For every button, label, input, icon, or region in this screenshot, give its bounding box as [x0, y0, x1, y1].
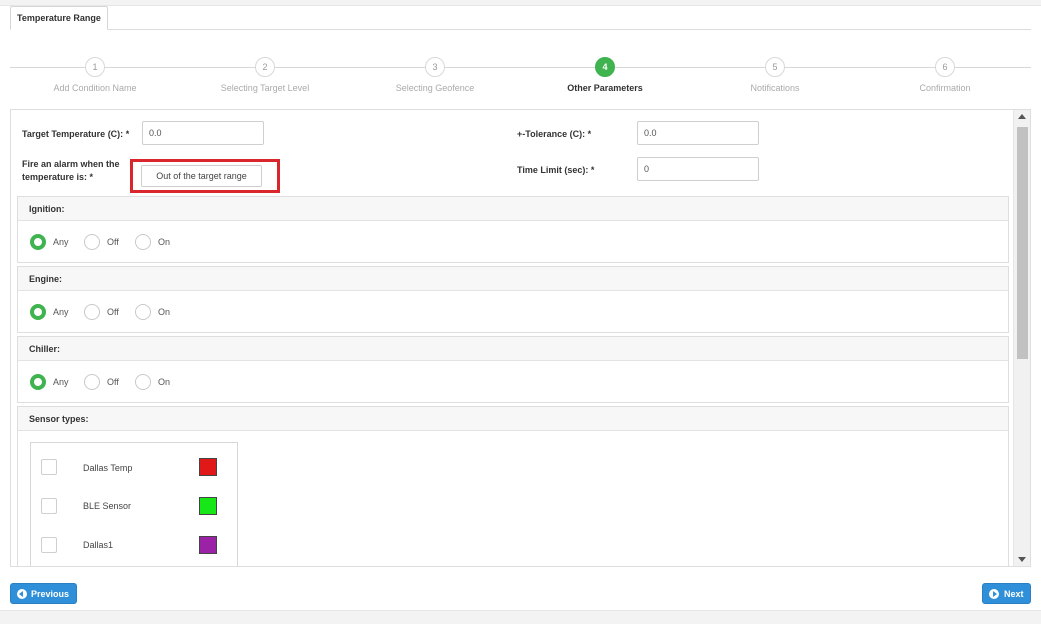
- sensor-label-dallas-temp: Dallas Temp: [83, 463, 133, 473]
- sensor-color-swatch[interactable]: [199, 536, 217, 554]
- ignition-any-label: Any: [53, 237, 69, 247]
- engine-radio-group: Any Off On: [18, 291, 1008, 333]
- ignition-any-radio[interactable]: [30, 234, 46, 250]
- sensor-types-section: Sensor types: Dallas Temp BLE Sensor Dal…: [17, 406, 1009, 566]
- time-limit-label: Time Limit (sec): *: [517, 164, 594, 176]
- step-2-circle: 2: [255, 57, 275, 77]
- tolerance-input[interactable]: 0.0: [637, 121, 759, 145]
- ignition-off-label: Off: [107, 237, 119, 247]
- required-marker: *: [89, 172, 94, 182]
- step-1-circle: 1: [85, 57, 105, 77]
- alarm-label-line2: temperature is: *: [22, 171, 93, 183]
- sensor-label-dallas1: Dallas1: [83, 540, 114, 550]
- previous-button-label: Previous: [31, 589, 70, 599]
- next-button-label: Next: [1004, 589, 1024, 599]
- step-4-circle: 4: [595, 57, 615, 77]
- ignition-radio-group: Any Off On: [18, 221, 1008, 263]
- ignition-off-radio[interactable]: [84, 234, 100, 250]
- step-3-label: Selecting Geofence: [395, 83, 475, 93]
- step-4-label: Other Parameters: [567, 83, 643, 93]
- ignition-on-label: On: [158, 237, 171, 247]
- chiller-radio-group: Any Off On: [18, 361, 1008, 403]
- step-3-circle: 3: [425, 57, 445, 77]
- chiller-on-radio[interactable]: [135, 374, 151, 390]
- sensor-label-ble-sensor: BLE Sensor: [83, 501, 132, 511]
- target-temperature-input[interactable]: 0.0: [142, 121, 264, 145]
- step-2[interactable]: 2 Selecting Target Level: [180, 57, 350, 93]
- step-3[interactable]: 3 Selecting Geofence: [350, 57, 520, 93]
- chiller-any-label: Any: [53, 377, 69, 387]
- ignition-title: Ignition:: [18, 197, 1008, 221]
- required-marker: *: [587, 129, 592, 139]
- next-button[interactable]: Next: [982, 583, 1031, 604]
- scroll-up-arrow-icon[interactable]: [1018, 114, 1026, 119]
- engine-any-label: Any: [53, 307, 69, 317]
- sensor-checkbox-ble-sensor[interactable]: [41, 498, 57, 514]
- target-temperature-label-text: Target Temperature (C):: [22, 129, 124, 139]
- ignition-section: Ignition: Any Off On: [17, 196, 1009, 263]
- tab-temperature-range[interactable]: Temperature Range: [10, 6, 108, 30]
- engine-off-radio[interactable]: [84, 304, 100, 320]
- chiller-off-label: Off: [107, 377, 119, 387]
- engine-on-label: On: [158, 307, 171, 317]
- step-4[interactable]: 4 Other Parameters: [520, 57, 690, 93]
- step-2-label: Selecting Target Level: [220, 83, 310, 93]
- step-5-label: Notifications: [750, 83, 800, 93]
- chiller-section: Chiller: Any Off On: [17, 336, 1009, 403]
- step-5-circle: 5: [765, 57, 785, 77]
- previous-button[interactable]: Previous: [10, 583, 77, 604]
- engine-section: Engine: Any Off On: [17, 266, 1009, 333]
- sensor-color-swatch[interactable]: [199, 497, 217, 515]
- step-1-label: Add Condition Name: [53, 83, 137, 93]
- engine-off-label: Off: [107, 307, 119, 317]
- scroll-down-arrow-icon[interactable]: [1018, 557, 1026, 562]
- arrow-right-circle-icon: [989, 589, 999, 599]
- chiller-on-label: On: [158, 377, 171, 387]
- ignition-on-radio[interactable]: [135, 234, 151, 250]
- engine-any-radio[interactable]: [30, 304, 46, 320]
- chiller-any-radio[interactable]: [30, 374, 46, 390]
- required-marker: *: [125, 129, 130, 139]
- engine-on-radio[interactable]: [135, 304, 151, 320]
- vertical-scrollbar[interactable]: [1013, 110, 1030, 566]
- sensor-color-swatch[interactable]: [199, 458, 217, 476]
- tab-underline: [10, 29, 1031, 30]
- scroll-thumb[interactable]: [1017, 127, 1028, 359]
- step-6[interactable]: 6 Confirmation: [860, 57, 1030, 93]
- sensor-list: Dallas Temp BLE Sensor Dallas1: [30, 442, 238, 566]
- time-limit-input[interactable]: 0: [637, 157, 759, 181]
- alarm-condition-dropdown[interactable]: Out of the target range: [141, 165, 262, 187]
- chiller-off-radio[interactable]: [84, 374, 100, 390]
- step-1[interactable]: 1 Add Condition Name: [10, 57, 180, 93]
- parameters-panel: Target Temperature (C): * 0.0 +-Toleranc…: [10, 109, 1031, 567]
- step-5[interactable]: 5 Notifications: [690, 57, 860, 93]
- footer-strip: [0, 610, 1041, 624]
- required-marker: *: [590, 165, 595, 175]
- wizard-stepper: 1 Add Condition Name 2 Selecting Target …: [10, 57, 1031, 97]
- arrow-left-circle-icon: [17, 589, 27, 599]
- engine-title: Engine:: [18, 267, 1008, 291]
- sensor-checkbox-dallas1[interactable]: [41, 537, 57, 553]
- chiller-title: Chiller:: [18, 337, 1008, 361]
- step-6-circle: 6: [935, 57, 955, 77]
- top-strip: [0, 0, 1041, 6]
- alarm-label-line1: Fire an alarm when the: [22, 159, 120, 169]
- step-6-label: Confirmation: [919, 83, 971, 93]
- sensor-types-title: Sensor types:: [18, 407, 1008, 431]
- tolerance-label-text: +-Tolerance (C):: [517, 129, 586, 139]
- alarm-label-line2-text: temperature is:: [22, 172, 88, 182]
- target-temperature-label: Target Temperature (C): *: [22, 128, 129, 140]
- sensor-checkbox-dallas-temp[interactable]: [41, 459, 57, 475]
- tolerance-label: +-Tolerance (C): *: [517, 128, 591, 140]
- time-limit-label-text: Time Limit (sec):: [517, 165, 589, 175]
